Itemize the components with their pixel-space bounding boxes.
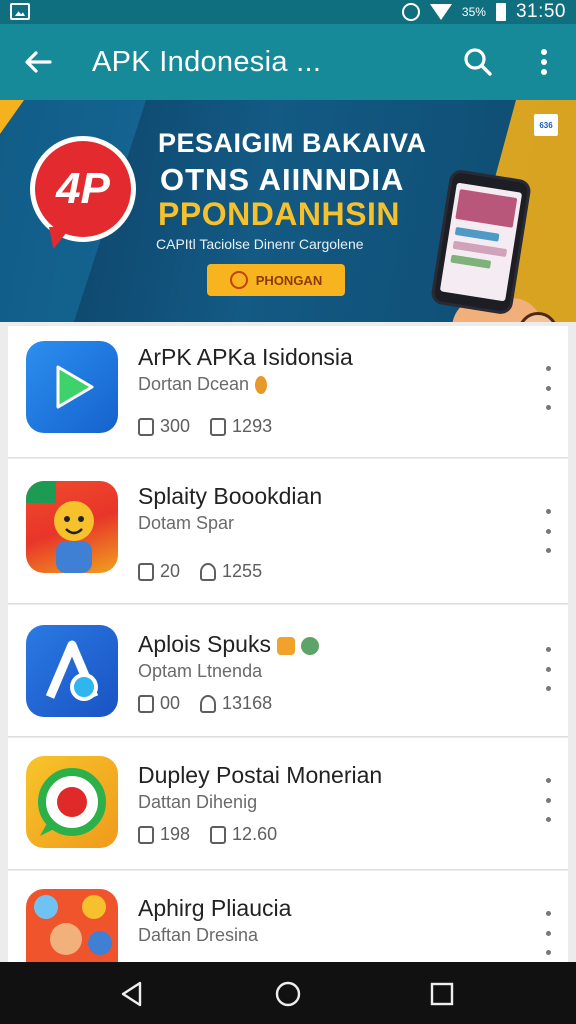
- list-item[interactable]: Splaity Boookdian Dotam Spar 20 1255: [8, 459, 568, 604]
- banner-headline-1: PESAIGIM BAKAIVA: [158, 128, 427, 158]
- app-name: Aphirg Pliaucia: [138, 895, 292, 921]
- app-stats: 00 13168: [138, 693, 272, 714]
- download-icon: [138, 562, 154, 581]
- back-nav-icon[interactable]: [118, 980, 146, 1008]
- download-icon: [138, 694, 154, 713]
- app-developer: Dortan Dcean: [138, 374, 268, 395]
- banner-headline-2: OTNS AIINNDIA: [160, 162, 405, 197]
- back-arrow-icon[interactable]: [22, 46, 54, 78]
- item-more-icon[interactable]: [544, 647, 552, 691]
- calendar-icon: [210, 417, 227, 436]
- list-item[interactable]: ArPK APKa Isidonsia Dortan Dcean 300 129…: [8, 326, 568, 458]
- calendar-icon: [210, 825, 227, 844]
- users-icon: [200, 694, 217, 713]
- app-list: ArPK APKa Isidonsia Dortan Dcean 300 129…: [8, 326, 568, 966]
- app-stats: 198 12.60: [138, 824, 277, 845]
- letter-a-icon: [26, 625, 118, 717]
- banner-cta-button[interactable]: PHONGAN: [207, 264, 345, 296]
- battery-percent: 35%: [461, 5, 486, 19]
- leaf-emoji-icon: [255, 376, 268, 395]
- page-title: APK Indonesia ...: [92, 46, 322, 78]
- item-more-icon[interactable]: [544, 366, 552, 410]
- download-icon: [138, 417, 154, 436]
- banner-badge: 636: [534, 114, 558, 136]
- search-icon[interactable]: [462, 46, 494, 78]
- status-bar: 35% 31:50: [0, 0, 576, 24]
- app-bar: APK Indonesia ...: [0, 24, 576, 100]
- banner-logo: 4P: [30, 136, 136, 242]
- system-nav-bar: [0, 962, 576, 1024]
- item-more-icon[interactable]: [544, 509, 552, 553]
- app-developer: Dattan Dihenig: [138, 792, 258, 812]
- app-name: ArPK APKa Isidonsia: [138, 344, 353, 370]
- status-bar-right: 35% 31:50: [401, 0, 566, 24]
- users-icon: [200, 562, 217, 581]
- wifi-icon: [429, 4, 452, 20]
- clock: 31:50: [515, 1, 566, 22]
- app-name: Aplois Spuks: [138, 631, 319, 658]
- app-stats: 300 1293: [138, 416, 272, 437]
- list-item[interactable]: Aplois Spuks Optam Ltnenda 00 13168: [8, 605, 568, 737]
- emoji-icon: [300, 636, 319, 655]
- more-options-icon[interactable]: [530, 46, 558, 78]
- record-dot-icon: [26, 756, 118, 848]
- banner-cta-label: PHONGAN: [255, 272, 323, 288]
- emoji-icon: [276, 636, 295, 655]
- app-developer: Optam Ltnenda: [138, 661, 263, 681]
- list-item[interactable]: Aphirg Pliaucia Daftan Dresina: [8, 871, 568, 966]
- item-more-icon[interactable]: [544, 911, 552, 955]
- app-stats: 20 1255: [138, 561, 262, 582]
- banner-headline-3: PPONDANHSIN: [158, 196, 400, 232]
- promo-banner[interactable]: 4P PESAIGIM BAKAIVA OTNS AIINNDIA PPONDA…: [0, 100, 576, 322]
- recents-nav-icon[interactable]: [428, 980, 456, 1008]
- app-developer: Dotam Spar: [138, 513, 235, 533]
- item-more-icon[interactable]: [544, 778, 552, 822]
- app-name: Dupley Postai Monerian: [138, 762, 383, 788]
- cartoon-character-icon: [26, 481, 118, 573]
- plane-icon: [229, 271, 248, 289]
- app-name: Splaity Boookdian: [138, 483, 323, 509]
- app-developer: Daftan Dresina: [138, 925, 259, 945]
- alarm-icon: [401, 3, 420, 21]
- emoji-faces-icon: [26, 889, 118, 966]
- home-nav-icon[interactable]: [274, 980, 302, 1008]
- banner-subtitle: CAPItl Taciolse Dinenr Cargolene: [156, 236, 364, 252]
- download-icon: [138, 825, 154, 844]
- play-triangle-icon: [26, 341, 118, 433]
- gallery-notification-icon: [10, 3, 30, 20]
- battery-icon: [495, 3, 506, 21]
- list-item[interactable]: Dupley Postai Monerian Dattan Dihenig 19…: [8, 738, 568, 870]
